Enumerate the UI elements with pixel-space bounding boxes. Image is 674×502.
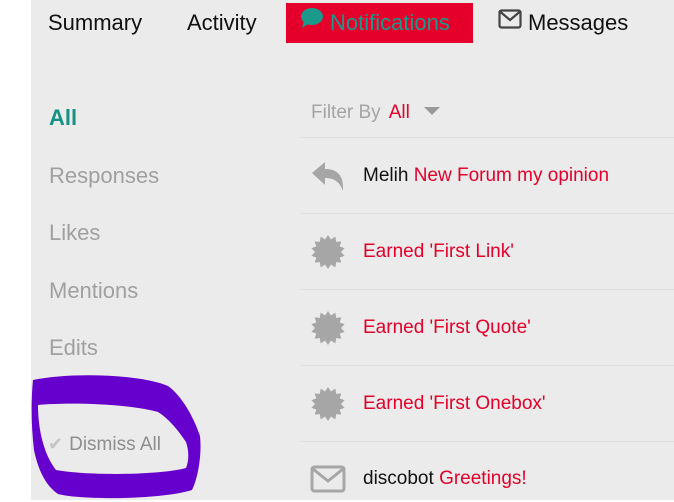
check-icon: ✔: [48, 434, 64, 454]
notification-link[interactable]: New Forum my opinion: [414, 165, 609, 186]
nav-responses[interactable]: Responses: [49, 163, 159, 189]
notification-text: Melih New Forum my opinion: [363, 165, 609, 187]
nav-likes[interactable]: Likes: [49, 220, 100, 246]
divider: [300, 137, 674, 138]
tab-summary-label: Summary: [48, 10, 143, 35]
nav-all[interactable]: All: [49, 105, 77, 131]
divider: [300, 213, 674, 214]
nav-mentions[interactable]: Mentions: [49, 278, 138, 304]
badge-shape: [311, 311, 345, 345]
filter-label: Filter By: [311, 102, 381, 123]
notification-item[interactable]: discobot Greetings!: [300, 459, 674, 499]
envelope-icon: [308, 461, 348, 497]
tab-summary[interactable]: Summary: [48, 3, 142, 43]
badge-icon: [308, 310, 348, 346]
notification-text: discobot Greetings!: [363, 468, 527, 490]
chevron-down-icon[interactable]: [423, 106, 440, 115]
badge-icon: [308, 234, 348, 270]
tab-activity-label: Activity: [187, 10, 257, 35]
divider: [300, 289, 674, 290]
filter-by: Filter By All: [311, 102, 440, 124]
notification-item[interactable]: Earned 'First Link': [300, 232, 674, 272]
dismiss-all-button[interactable]: ✔ Dismiss All: [48, 434, 161, 456]
notification-text: Earned 'First Link': [363, 241, 514, 263]
speech-bubble-icon: [300, 2, 324, 42]
divider: [300, 365, 674, 366]
dismiss-all-label: Dismiss All: [69, 434, 161, 455]
tab-messages-label: Messages: [528, 10, 629, 35]
tab-notifications[interactable]: Notifications: [286, 3, 473, 43]
notification-link[interactable]: Earned 'First Link': [363, 241, 514, 262]
notification-link[interactable]: Earned 'First Onebox': [363, 393, 546, 414]
nav-edits[interactable]: Edits: [49, 335, 98, 361]
notification-text: Earned 'First Onebox': [363, 393, 546, 415]
badge-shape: [311, 387, 345, 421]
notification-item[interactable]: Earned 'First Onebox': [300, 384, 674, 424]
tab-messages[interactable]: Messages: [498, 3, 628, 43]
notification-link[interactable]: Greetings!: [439, 468, 527, 489]
notification-user: Melih: [363, 165, 409, 186]
notification-item[interactable]: Melih New Forum my opinion: [300, 156, 674, 196]
reply-icon: [308, 158, 348, 194]
badge-shape: [311, 235, 345, 269]
envelope-icon: [498, 2, 522, 42]
badge-icon: [308, 386, 348, 422]
notification-text: Earned 'First Quote': [363, 317, 531, 339]
tab-notifications-label: Notifications: [330, 10, 450, 35]
notification-link[interactable]: Earned 'First Quote': [363, 317, 531, 338]
tab-activity[interactable]: Activity: [187, 3, 257, 43]
notification-user: discobot: [363, 468, 434, 489]
filter-dropdown[interactable]: All: [389, 102, 410, 123]
notification-item[interactable]: Earned 'First Quote': [300, 308, 674, 348]
divider: [300, 441, 674, 442]
